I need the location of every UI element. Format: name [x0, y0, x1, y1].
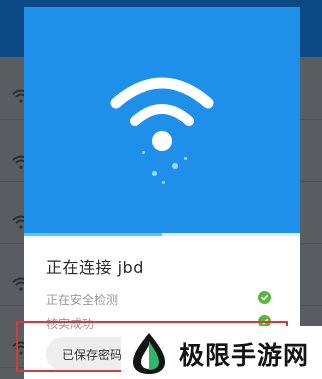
watermark-logo — [133, 333, 165, 374]
dialog-title: 正在连接 jbd — [46, 258, 144, 277]
sparkle — [162, 181, 165, 184]
wifi-connect-dialog: 正在连接 jbd 正在安全检测 核实成功 已保存密码 — [24, 7, 300, 379]
sparkle — [184, 157, 187, 160]
connection-hero — [24, 7, 300, 235]
check-icon — [258, 291, 271, 304]
step-verified-label: 核实成功 — [46, 317, 95, 331]
sparkle — [142, 151, 145, 154]
sparkle — [152, 171, 157, 176]
wifi-icon — [110, 77, 214, 151]
watermark-text: 极限手游网 — [179, 341, 310, 370]
step-security-check-label: 正在安全检测 — [46, 293, 119, 307]
sparkle — [172, 163, 178, 169]
watermark: 极限手游网 — [121, 326, 322, 379]
connection-progress-bar — [24, 233, 300, 236]
connection-progress-fill — [24, 233, 162, 236]
